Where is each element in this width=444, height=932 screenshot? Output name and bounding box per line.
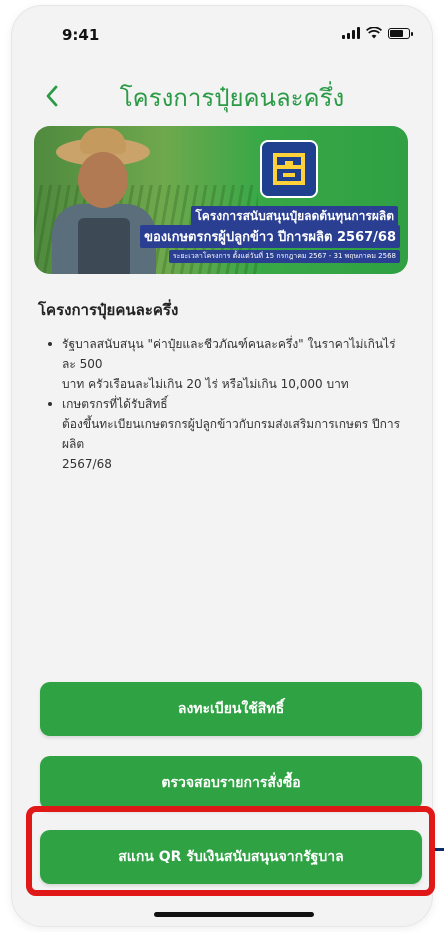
annotation-pointer xyxy=(435,848,444,851)
banner-period: ระยะเวลาโครงการ ตั้งแต่วันที่ 15 กรกฎาคม… xyxy=(168,250,400,263)
list-item: รัฐบาลสนับสนุน "ค่าปุ๋ยและชีวภัณฑ์คนละคร… xyxy=(48,334,408,394)
section-title: โครงการปุ๋ยคนละครึ่ง xyxy=(38,301,179,319)
info-list: รัฐบาลสนับสนุน "ค่าปุ๋ยและชีวภัณฑ์คนละคร… xyxy=(48,334,408,474)
program-banner: โครงการสนับสนุนปุ๋ยลดต้นทุนการผลิต ของเก… xyxy=(34,126,408,274)
list-item: เกษตรกรที่ได้รับสิทธิ์ ต้องขึ้นทะเบียนเก… xyxy=(48,394,408,474)
status-icons xyxy=(342,27,413,39)
check-orders-button[interactable]: ตรวจสอบรายการสั่งซื้อ xyxy=(40,756,422,810)
battery-icon xyxy=(388,27,413,39)
scan-qr-button[interactable]: สแกน QR รับเงินสนับสนุนจากรัฐบาล xyxy=(40,830,422,884)
status-bar: 9:41 xyxy=(12,6,432,58)
header: โครงการปุ๋ยคนละครึ่ง xyxy=(12,70,432,120)
status-time: 9:41 xyxy=(62,26,100,44)
home-indicator xyxy=(154,912,314,917)
banner-subtitle: ของเกษตรกรผู้ปลูกข้าว ปีการผลิต 2567/68 xyxy=(140,225,400,248)
phone-screen: 9:41 โครงการปุ๋ยคนละครึ่ง โครงการสนับสนุ… xyxy=(12,6,432,926)
banner-title: โครงการสนับสนุนปุ๋ยลดต้นทุนการผลิต xyxy=(191,206,398,227)
register-button[interactable]: ลงทะเบียนใช้สิทธิ์ xyxy=(40,682,422,736)
baac-logo-icon xyxy=(260,140,318,198)
signal-icon xyxy=(342,27,360,39)
page-title: โครงการปุ๋ยคนละครึ่ง xyxy=(119,84,345,112)
wifi-icon xyxy=(366,27,382,39)
